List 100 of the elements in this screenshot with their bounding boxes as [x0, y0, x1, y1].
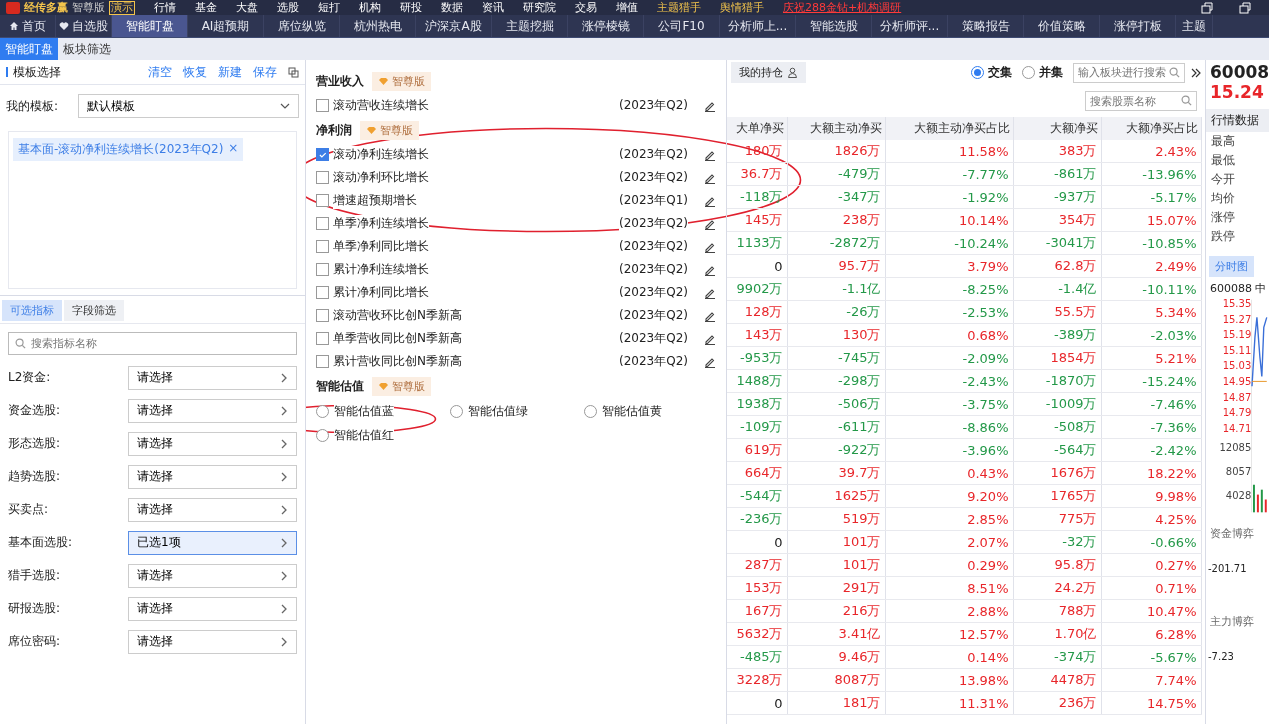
filter-select[interactable]: 请选择: [128, 431, 297, 456]
menu-item[interactable]: 短打: [318, 0, 340, 15]
person-icon: [787, 67, 798, 78]
nav-tab[interactable]: 首页: [0, 15, 56, 37]
indicator-label: 累计净利连续增长: [333, 261, 429, 278]
panel-tab[interactable]: 字段筛选: [64, 300, 124, 321]
menu-item[interactable]: 行情: [154, 0, 176, 15]
logo-icon: [6, 1, 20, 14]
column-header[interactable]: 大额净买占比: [1101, 117, 1201, 140]
table-cell: 153万: [727, 576, 787, 600]
menu-item[interactable]: 基金: [195, 0, 217, 15]
badge-label: 智尊版: [392, 73, 425, 89]
nav-tab[interactable]: 价值策略: [1024, 15, 1100, 37]
window-icon[interactable]: [1201, 1, 1213, 14]
nav-tab[interactable]: 公司F10: [644, 15, 720, 37]
action-link[interactable]: 清空: [148, 63, 172, 81]
checkbox[interactable]: [316, 171, 329, 184]
filter-tag[interactable]: 基本面-滚动净利连续增长(2023年Q2) ×: [13, 138, 244, 161]
filter-select[interactable]: 请选择: [128, 497, 297, 522]
menu-item[interactable]: 研究院: [523, 0, 556, 15]
radio-button[interactable]: [1022, 66, 1035, 79]
tag-label: 基本面-滚动净利连续增长(2023年Q2): [18, 141, 224, 158]
nav-tab[interactable]: 分析师上...: [720, 15, 796, 37]
option-label: 智能估值绿: [468, 402, 528, 420]
section-title: 行情数据: [1206, 109, 1269, 132]
filter-select[interactable]: 已选1项: [128, 530, 297, 555]
nav-tab[interactable]: 主题挖掘: [492, 15, 568, 37]
nav-tab[interactable]: 分析师评...: [872, 15, 948, 37]
nav-tab[interactable]: 智能盯盘: [112, 15, 188, 37]
checkbox[interactable]: [316, 217, 329, 230]
axis-label: -7.23: [1207, 650, 1235, 662]
nav-tab[interactable]: 沪深京A股: [416, 15, 492, 37]
table-cell: 9.20%: [885, 484, 1013, 508]
action-link[interactable]: 保存: [253, 63, 277, 81]
search-field[interactable]: 输入板块进行搜索: [1073, 62, 1185, 83]
filter-select[interactable]: 请选择: [128, 464, 297, 489]
radio-button[interactable]: [584, 404, 597, 418]
table-cell: 0.27%: [1101, 553, 1201, 577]
diamond-icon: [378, 381, 389, 391]
table-cell: -7.46%: [1101, 392, 1201, 416]
promo-link[interactable]: 庆祝288金钻+机构调研: [783, 0, 902, 15]
sub-tab[interactable]: 智能盯盘: [0, 38, 58, 60]
nav-tab[interactable]: 杭州热电: [340, 15, 416, 37]
table-cell: -10.85%: [1101, 231, 1201, 255]
copy-icon[interactable]: [288, 66, 299, 78]
filter-select[interactable]: 请选择: [128, 629, 297, 654]
action-link[interactable]: 新建: [218, 63, 242, 81]
menu-item[interactable]: 数据: [441, 0, 463, 15]
nav-tab[interactable]: 智能选股: [796, 15, 872, 37]
filter-select[interactable]: 请选择: [128, 365, 297, 390]
window-icon[interactable]: [1239, 1, 1251, 14]
nav-tab[interactable]: 涨停打板: [1100, 15, 1176, 37]
double-chevron-icon[interactable]: [1191, 67, 1201, 78]
menu-item[interactable]: 资讯: [482, 0, 504, 15]
menu-item[interactable]: 机构: [359, 0, 381, 15]
template-dropdown[interactable]: 默认模板: [78, 94, 299, 118]
menu-item[interactable]: 大盘: [236, 0, 258, 15]
menu-item[interactable]: 增值: [616, 0, 638, 15]
checkbox[interactable]: [316, 148, 329, 161]
table-cell: 775万: [1013, 507, 1101, 531]
table-cell: 9.46万: [787, 645, 885, 669]
search-field[interactable]: 搜索指标名称: [8, 332, 297, 355]
filter-select[interactable]: 请选择: [128, 596, 297, 621]
nav-tab[interactable]: 策略报告: [948, 15, 1024, 37]
menu-item[interactable]: 主题猎手: [657, 0, 701, 15]
holdings-tab[interactable]: 我的持仓: [731, 62, 806, 83]
menu-item[interactable]: 舆情猎手: [720, 0, 764, 15]
column-header[interactable]: 大额主动净买: [787, 117, 885, 140]
menu-item[interactable]: 交易: [575, 0, 597, 15]
nav-tab[interactable]: 主题: [1176, 15, 1213, 37]
checkbox[interactable]: [316, 240, 329, 253]
table-cell: 0.29%: [885, 553, 1013, 577]
checkbox[interactable]: [316, 263, 329, 276]
filter-label: 猎手选股:: [8, 567, 62, 584]
checkbox[interactable]: [316, 99, 329, 112]
checkbox[interactable]: [316, 355, 329, 368]
radio-button[interactable]: [971, 66, 984, 79]
menu-item[interactable]: 选股: [277, 0, 299, 15]
filter-select[interactable]: 请选择: [128, 563, 297, 588]
search-field[interactable]: 搜索股票名称: [1085, 91, 1197, 111]
field-label: 最低: [1210, 152, 1236, 169]
column-header[interactable]: 大额净买: [1013, 117, 1101, 140]
checkbox[interactable]: [316, 194, 329, 207]
checkbox[interactable]: [316, 309, 329, 322]
column-header[interactable]: 大单净买: [727, 117, 787, 140]
table-cell: 0: [727, 530, 787, 554]
table-cell: -2.42%: [1101, 438, 1201, 462]
radio-button[interactable]: [450, 404, 463, 418]
checkbox[interactable]: [316, 332, 329, 345]
menu-item[interactable]: 研投: [400, 0, 422, 15]
nav-tab[interactable]: AI超预期: [188, 15, 264, 37]
filter-select[interactable]: 请选择: [128, 398, 297, 423]
remove-button[interactable]: ×: [228, 141, 239, 158]
column-header[interactable]: 大额主动净买占比: [885, 117, 1013, 140]
checkbox[interactable]: [316, 286, 329, 299]
action-link[interactable]: 恢复: [183, 63, 207, 81]
chart-title: 资金博弈: [1209, 526, 1255, 541]
nav-tab[interactable]: 席位纵览: [264, 15, 340, 37]
nav-tab[interactable]: 涨停棱镜: [568, 15, 644, 37]
table-cell: -2.53%: [885, 300, 1013, 324]
